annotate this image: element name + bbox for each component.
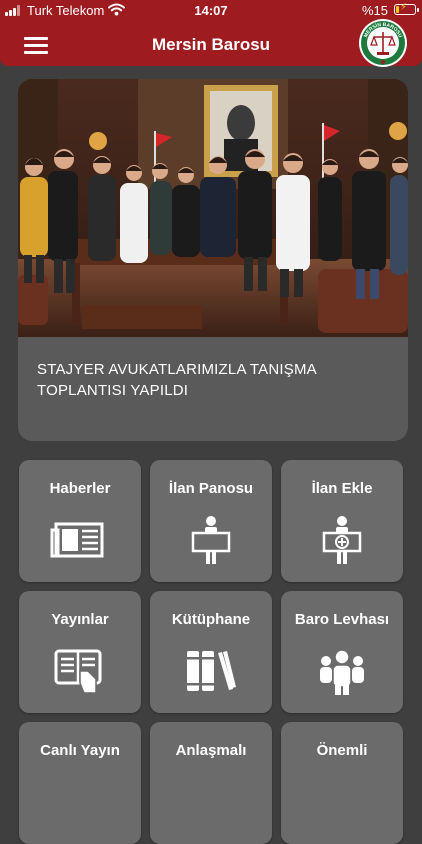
tile-ilan-ekle[interactable]: İlan Ekle [281, 460, 403, 582]
news-title: STAJYER AVUKATLARIMIZLA TANIŞMA TOPLANTI… [37, 361, 317, 399]
group-people-icon [320, 649, 364, 695]
tile-haberler[interactable]: Haberler [19, 460, 141, 582]
news-photo [18, 79, 408, 337]
app-header: Turk Telekom 14:07 %15 ⚡ Mersin Barosu M… [0, 0, 422, 68]
tile-canli-yayin[interactable]: Canlı Yayın [19, 722, 141, 844]
battery-icon: ⚡ [394, 2, 419, 15]
person-with-sign-plus-icon [322, 516, 362, 564]
tile-label: Kütüphane [171, 611, 251, 628]
battery-percent: %15 [361, 3, 388, 18]
tile-label: İlan Ekle [311, 480, 373, 497]
books-icon [187, 651, 236, 691]
tile-label: Yayınlar [51, 611, 109, 628]
tile-label: Haberler [49, 480, 111, 497]
status-time: 14:07 [194, 3, 228, 18]
newspaper-icon [50, 522, 104, 558]
featured-news-card[interactable]: STAJYER AVUKATLARIMIZLA TANIŞMA TOPLANTI… [18, 79, 408, 441]
mersin-barosu-seal[interactable]: MERSİN BAROSU [358, 18, 408, 68]
tile-ilan-panosu[interactable]: İlan Panosu [150, 460, 272, 582]
tile-label: Canlı Yayın [40, 742, 120, 759]
reading-publication-icon [54, 649, 102, 694]
tile-label: İlan Panosu [168, 480, 254, 497]
tile-baro-levhasi[interactable]: Baro Levhası [281, 591, 403, 713]
person-with-sign-icon [191, 516, 231, 564]
tile-label: Baro Levhası [294, 611, 390, 628]
tile-yayinlar[interactable]: Yayınlar [19, 591, 141, 713]
tile-label: Önemli [316, 742, 368, 759]
tile-kutuphane[interactable]: Kütüphane [150, 591, 272, 713]
tile-label: Anlaşmalı [175, 742, 247, 759]
tile-onemli[interactable]: Önemli [281, 722, 403, 844]
tile-anlasmali[interactable]: Anlaşmalı [150, 722, 272, 844]
